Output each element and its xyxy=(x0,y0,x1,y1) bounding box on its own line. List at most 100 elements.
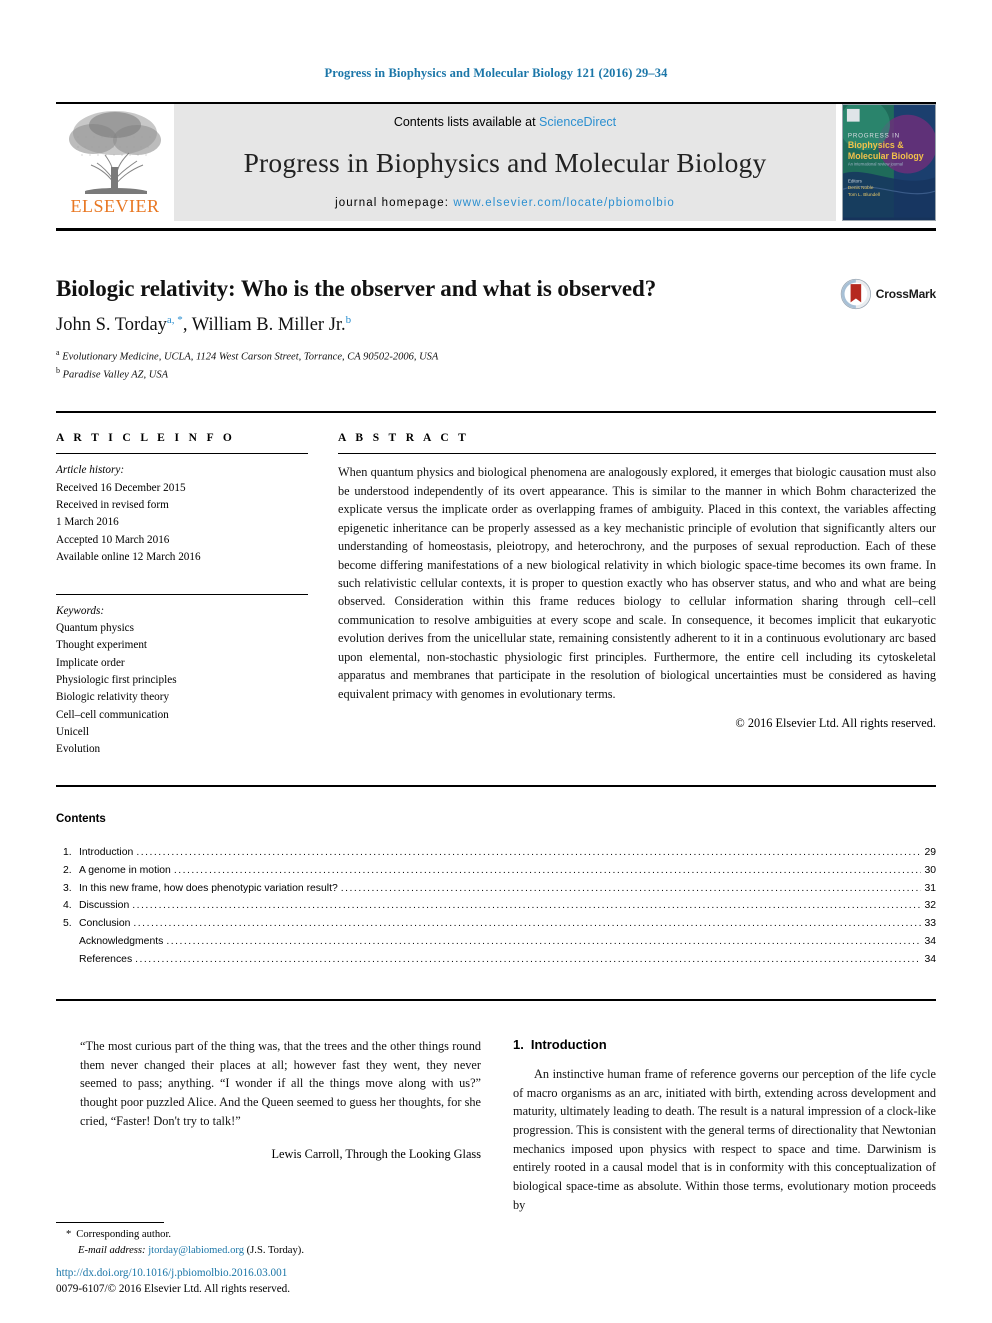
section-number: 1. xyxy=(513,1037,524,1053)
toc-row[interactable]: 4. Discussion ..........................… xyxy=(56,897,936,915)
issn-copyright-line: 0079-6107/© 2016 Elsevier Ltd. All right… xyxy=(56,1282,291,1295)
masthead-bottom-rule xyxy=(56,228,936,231)
toc-dot-leader: ........................................… xyxy=(132,900,922,912)
history-item: Received 16 December 2015 xyxy=(56,481,186,494)
sciencedirect-link[interactable]: ScienceDirect xyxy=(539,115,616,129)
abstract-copyright: © 2016 Elsevier Ltd. All rights reserved… xyxy=(735,716,936,731)
toc-row[interactable]: 1. Introduction ........................… xyxy=(56,844,936,862)
journal-masthead: ELSEVIER Contents lists available at Sci… xyxy=(56,102,936,221)
toc-label[interactable]: Introduction xyxy=(79,844,133,862)
keyword-item: Quantum physics xyxy=(56,621,134,634)
abstract-column: A B S T R A C T When quantum physics and… xyxy=(308,432,936,758)
svg-text:Molecular Biology: Molecular Biology xyxy=(848,151,924,161)
toc-dot-leader: ........................................… xyxy=(340,882,922,894)
toc-dot-leader: ........................................… xyxy=(135,954,922,966)
author-2-marks[interactable]: b xyxy=(346,314,352,326)
table-of-contents: 1. Introduction ........................… xyxy=(56,844,936,969)
toc-label[interactable]: Discussion xyxy=(79,897,129,915)
email-link[interactable]: jtorday@labiomed.org xyxy=(148,1245,244,1256)
toc-label[interactable]: In this new frame, how does phenotypic v… xyxy=(79,880,338,898)
info-section-top-rule xyxy=(56,411,936,414)
article-first-page: Progress in Biophysics and Molecular Bio… xyxy=(0,0,992,1323)
keyword-item: Implicate order xyxy=(56,656,125,669)
article-info-column: A R T I C L E I N F O Article history: R… xyxy=(56,432,308,758)
section-heading-introduction: 1. Introduction xyxy=(513,1037,936,1052)
toc-label[interactable]: References xyxy=(79,951,132,969)
email-label: E-mail address: xyxy=(78,1245,146,1257)
svg-text:Biophysics &: Biophysics & xyxy=(848,140,904,150)
author-1-marks[interactable]: a, * xyxy=(167,314,183,326)
toc-row[interactable]: Acknowledgments ........................… xyxy=(56,933,936,951)
history-item: Available online 12 March 2016 xyxy=(56,551,201,564)
elsevier-logo: ELSEVIER xyxy=(56,104,174,221)
section-title: Introduction xyxy=(530,1037,607,1053)
document-footer: http://dx.doi.org/10.1016/j.pbiomolbio.2… xyxy=(56,1265,290,1297)
footnote-email-line: E-mail address: jtorday@labiomed.org (J.… xyxy=(56,1243,481,1259)
toc-dot-leader: ........................................… xyxy=(133,918,922,930)
toc-label[interactable]: A genome in motion xyxy=(79,862,171,880)
abstract-rule xyxy=(338,453,936,455)
crossmark-badge[interactable]: CrossMark xyxy=(840,272,936,316)
toc-row[interactable]: 2. A genome in motion ..................… xyxy=(56,862,936,880)
history-item: 1 March 2016 xyxy=(56,516,119,529)
keywords-block: Keywords: Quantum physics Thought experi… xyxy=(56,603,308,759)
epigraph-attribution: Lewis Carroll, Through the Looking Glass xyxy=(271,1147,481,1162)
affiliation-a: a Evolutionary Medicine, UCLA, 1124 West… xyxy=(56,347,936,365)
contents-heading: Contents xyxy=(56,812,106,825)
homepage-url-link[interactable]: www.elsevier.com/locate/pbiomolbio xyxy=(453,197,674,209)
keyword-item: Biologic relativity theory xyxy=(56,691,170,704)
toc-row[interactable]: References .............................… xyxy=(56,951,936,969)
toc-page: 34 xyxy=(924,936,936,948)
affiliation-a-text: Evolutionary Medicine, UCLA, 1124 West C… xyxy=(62,351,439,363)
affiliations: a Evolutionary Medicine, UCLA, 1124 West… xyxy=(56,347,936,384)
toc-dot-leader: ........................................… xyxy=(136,846,922,858)
toc-number: 2. xyxy=(63,864,72,876)
contents-bottom-rule xyxy=(56,999,936,1002)
corresponding-author-footnote: * Corresponding author. E-mail address: j… xyxy=(56,1222,481,1259)
keyword-item: Evolution xyxy=(56,743,101,756)
svg-text:Tom L. Blundell: Tom L. Blundell xyxy=(848,192,880,197)
footnote-rule xyxy=(56,1222,164,1224)
journal-title: Progress in Biophysics and Molecular Bio… xyxy=(243,147,767,178)
left-column: “The most curious part of the thing was,… xyxy=(56,1037,481,1215)
article-history: Article history: Received 16 December 20… xyxy=(56,462,308,566)
toc-label[interactable]: Conclusion xyxy=(79,915,130,933)
email-suffix: (J.S. Torday). xyxy=(246,1245,304,1257)
footnote-corresponding-line: * Corresponding author. xyxy=(56,1227,481,1243)
history-item: Received in revised form xyxy=(56,499,169,512)
contents-prefix: Contents lists available at xyxy=(393,115,540,129)
toc-page: 32 xyxy=(924,900,936,912)
keyword-item: Unicell xyxy=(56,726,89,739)
keyword-item: Cell–cell communication xyxy=(56,708,169,721)
keywords-rule xyxy=(56,593,308,595)
toc-number: 1. xyxy=(63,846,72,858)
toc-row[interactable]: 3. In this new frame, how does phenotypi… xyxy=(56,880,936,898)
abstract-heading: A B S T R A C T xyxy=(338,432,470,445)
doi-link[interactable]: http://dx.doi.org/10.1016/j.pbiomolbio.2… xyxy=(56,1265,290,1281)
svg-text:Denis Noble: Denis Noble xyxy=(848,185,874,190)
svg-text:PROGRESS IN: PROGRESS IN xyxy=(848,132,900,139)
affiliation-b-mark: b xyxy=(56,366,60,375)
author-2: , William B. Miller Jr. xyxy=(182,315,346,336)
footnote-star-marker: * xyxy=(66,1229,72,1241)
homepage-prefix: journal homepage: xyxy=(335,197,454,209)
toc-page: 33 xyxy=(924,918,936,930)
affiliation-b: b Paradise Valley AZ, USA xyxy=(56,365,936,383)
right-column: 1. Introduction An instinctive human fram… xyxy=(481,1037,936,1215)
toc-number: 3. xyxy=(63,882,72,894)
journal-cover-thumbnail[interactable]: PROGRESS IN Biophysics & Molecular Biolo… xyxy=(842,104,936,221)
info-and-abstract: A R T I C L E I N F O Article history: R… xyxy=(56,432,936,758)
toc-number: 4. xyxy=(63,900,72,912)
toc-label[interactable]: Acknowledgments xyxy=(79,933,163,951)
crossmark-label: CrossMark xyxy=(875,287,936,301)
journal-cover-artwork: PROGRESS IN Biophysics & Molecular Biolo… xyxy=(843,105,935,218)
running-head: Progress in Biophysics and Molecular Bio… xyxy=(324,66,668,80)
keyword-item: Thought experiment xyxy=(56,639,148,652)
affiliation-b-text: Paradise Valley AZ, USA xyxy=(62,369,169,381)
toc-row[interactable]: 5. Conclusion ..........................… xyxy=(56,915,936,933)
toc-page: 31 xyxy=(924,882,936,894)
journal-homepage-line: journal homepage: www.elsevier.com/locat… xyxy=(335,197,675,209)
article-info-heading: A R T I C L E I N F O xyxy=(56,432,236,445)
abstract-text: When quantum physics and biological phen… xyxy=(338,465,936,701)
elsevier-wordmark: ELSEVIER xyxy=(70,196,160,216)
